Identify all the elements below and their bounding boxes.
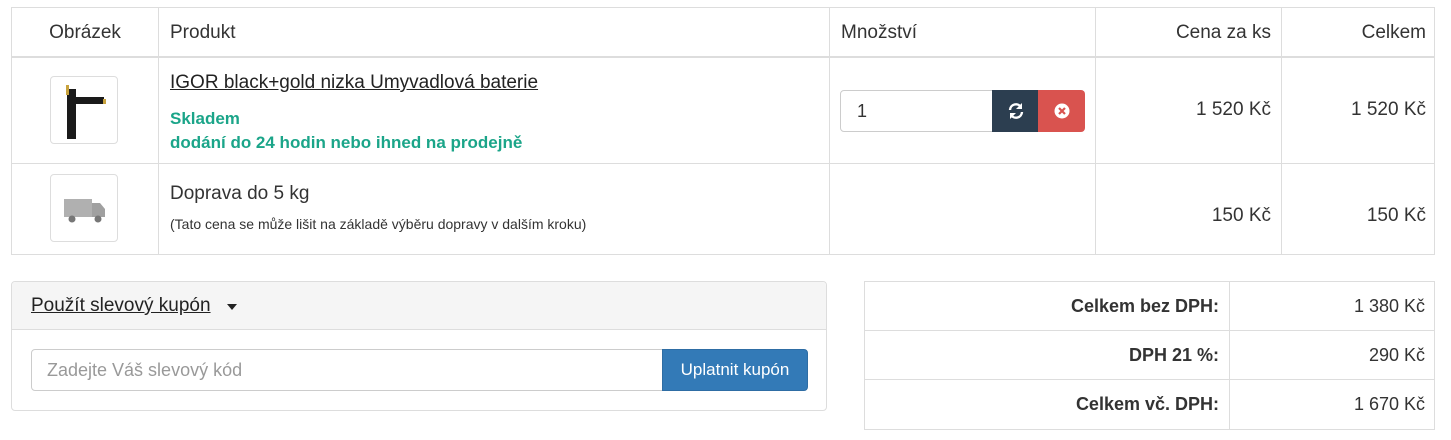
- coupon-panel: Použít slevový kupón Uplatnit kupón: [11, 281, 827, 411]
- delivery-info: dodání do 24 hodin nebo ihned na prodejn…: [170, 133, 523, 152]
- product-thumbnail[interactable]: [50, 76, 118, 144]
- shipping-name: Doprava do 5 kg: [170, 183, 310, 204]
- header-quantity: Množství: [841, 22, 918, 43]
- coupon-code-input[interactable]: [31, 349, 663, 391]
- totals-row: Celkem vč. DPH: 1 670 Kč: [865, 380, 1434, 429]
- vat-label: DPH 21 %:: [865, 331, 1230, 379]
- total-without-vat-value: 1 380 Kč: [1353, 296, 1425, 316]
- refresh-icon: [1008, 103, 1023, 119]
- product-link[interactable]: IGOR black+gold nizka Umyvadlová baterie: [170, 72, 538, 94]
- stock-status: Skladem: [170, 109, 240, 128]
- header-image: Obrázek: [49, 22, 121, 43]
- update-quantity-button[interactable]: [992, 90, 1039, 132]
- item-total-price: 1 520 Kč: [1351, 99, 1426, 120]
- total-without-vat-label: Celkem bez DPH:: [865, 282, 1230, 330]
- shipping-unit-price: 150 Kč: [1211, 205, 1271, 226]
- header-total: Celkem: [1361, 22, 1426, 43]
- cart-item-row: IGOR black+gold nizka Umyvadlová baterie…: [12, 58, 1434, 164]
- delivery-truck-image: [64, 199, 105, 223]
- shipping-thumbnail: [50, 174, 118, 242]
- vat-value: 290 Kč: [1368, 345, 1425, 365]
- item-unit-price: 1 520 Kč: [1196, 99, 1271, 120]
- remove-item-button[interactable]: [1038, 90, 1085, 132]
- remove-icon: [1054, 103, 1069, 119]
- shipping-note: (Tato cena se může lišit na základě výbě…: [170, 216, 587, 232]
- quantity-input[interactable]: 1: [840, 90, 993, 132]
- quantity-control: 1: [840, 90, 1085, 132]
- coupon-toggle[interactable]: Použít slevový kupón: [31, 295, 211, 317]
- totals-table: Celkem bez DPH: 1 380 Kč DPH 21 %: 290 K…: [864, 281, 1435, 430]
- totals-row: DPH 21 %: 290 Kč: [865, 331, 1434, 380]
- total-with-vat-label: Celkem vč. DPH:: [865, 380, 1230, 429]
- coupon-panel-header: Použít slevový kupón: [12, 282, 826, 330]
- totals-row: Celkem bez DPH: 1 380 Kč: [865, 282, 1434, 331]
- caret-down-icon[interactable]: [227, 304, 237, 310]
- apply-coupon-button[interactable]: Uplatnit kupón: [662, 349, 808, 391]
- header-unit-price: Cena za ks: [1175, 22, 1271, 43]
- shipping-total-price: 150 Kč: [1366, 205, 1426, 226]
- shipping-row: Doprava do 5 kg (Tato cena se může lišit…: [12, 164, 1434, 255]
- cart-table: Obrázek Produkt Množství Cena za ks Celk…: [11, 7, 1435, 255]
- faucet-image: [66, 85, 106, 139]
- total-with-vat-value: 1 670 Kč: [1353, 394, 1425, 414]
- cart-header-row: Obrázek Produkt Množství Cena za ks Celk…: [12, 8, 1434, 58]
- header-product: Produkt: [170, 22, 236, 43]
